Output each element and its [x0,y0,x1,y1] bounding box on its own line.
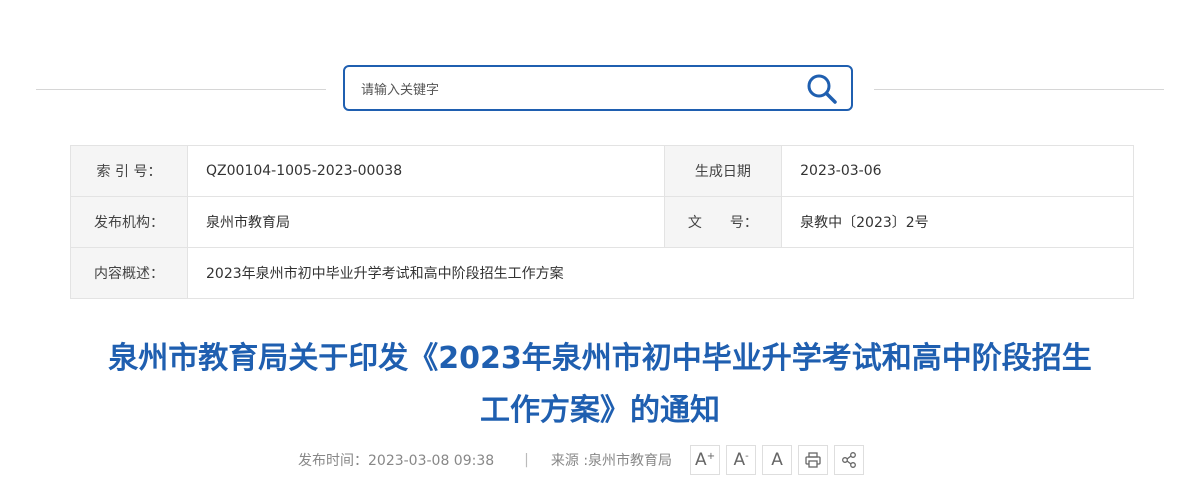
article-info-bar: 发布时间：2023-03-08 09:38 | 来源 :泉州市教育局 A + A-… [298,444,865,476]
search-box [343,65,853,111]
search-icon [807,74,837,104]
share-button[interactable] [834,445,865,475]
org-value: 泉州市教育局 [187,196,665,248]
summary-label: 内容概述： [69,247,189,299]
font-reset-glyph: A [771,450,783,470]
search-input[interactable] [359,77,793,103]
font-small-sup: - [745,450,749,462]
font-small-glyph: A [733,450,746,470]
share-icon [842,452,857,468]
search-divider-right [874,89,1164,90]
print-button[interactable] [798,445,829,475]
doc-number-label: 文 号： [663,196,783,248]
doc-number-value: 泉教中〔2023〕2号 [781,196,1134,248]
title-line-2: 工作方案》的通知 [480,393,720,428]
article-source: 来源 :泉州市教育局 [550,453,673,469]
org-label: 发布机构： [69,196,189,248]
font-size-decrease-button[interactable]: A- [726,445,757,475]
font-size-increase-button[interactable]: A + [690,445,721,475]
font-large-sup: + [706,450,716,462]
meta-row: 内容概述： 2023年泉州市初中毕业升学考试和高中阶段招生工作方案 [69,247,1134,299]
document-meta-table: 索 引 号： QZ00104-1005-2023-00038 生成日期 2023… [69,145,1134,299]
index-label: 索 引 号： [69,145,189,197]
font-size-reset-button[interactable]: A [762,445,793,475]
date-value: 2023-03-06 [781,145,1134,197]
title-line-1: 泉州市教育局关于印发《2023年泉州市初中毕业升学考试和高中阶段招生 [108,341,1092,376]
meta-row: 索 引 号： QZ00104-1005-2023-00038 生成日期 2023… [69,145,1134,197]
summary-value: 2023年泉州市初中毕业升学考试和高中阶段招生工作方案 [187,247,1134,299]
print-icon [805,452,821,468]
index-value: QZ00104-1005-2023-00038 [187,145,665,197]
page-title: 泉州市教育局关于印发《2023年泉州市初中毕业升学考试和高中阶段招生 工作方案》… [60,333,1140,437]
info-divider: | [524,452,529,468]
search-divider-left [36,89,326,90]
font-large-glyph: A [695,450,707,470]
meta-row: 发布机构： 泉州市教育局 文 号： 泉教中〔2023〕2号 [69,196,1134,248]
publish-time: 发布时间：2023-03-08 09:38 [298,453,495,469]
search-button[interactable] [805,73,839,105]
date-label: 生成日期 [663,145,783,197]
